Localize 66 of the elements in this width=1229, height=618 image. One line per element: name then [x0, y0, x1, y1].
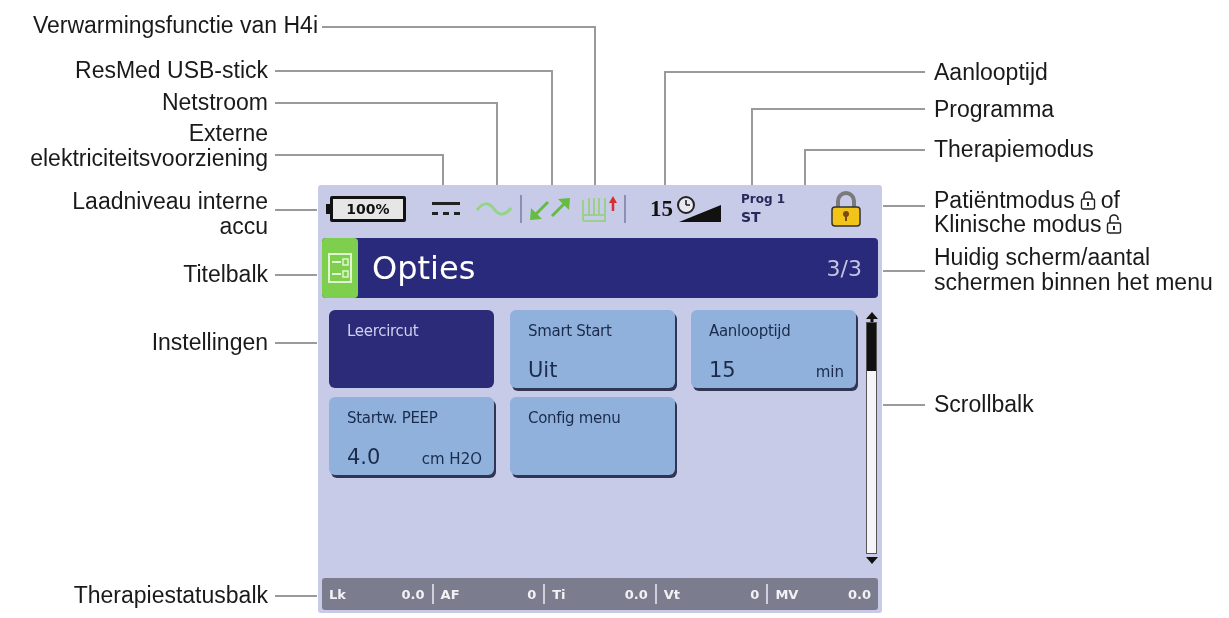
leader-line — [882, 270, 926, 272]
callout-label: Instellingen — [151, 330, 268, 355]
status-value: 0.0 — [624, 586, 648, 602]
callout-label: Programma — [934, 97, 1055, 122]
callout-label: Netstroom — [161, 90, 268, 115]
status-label: MV — [775, 586, 799, 602]
ramp-clock-icon — [675, 195, 723, 223]
tile-label: Leercircut — [347, 322, 420, 340]
status-value: 0 — [750, 586, 760, 602]
heater-icon — [580, 195, 620, 223]
screen-title: Opties — [372, 249, 476, 287]
setting-tile[interactable]: Leercircut — [329, 310, 494, 388]
tile-unit: cm H2O — [421, 450, 482, 468]
status-label: Lk — [329, 586, 346, 602]
leader-line — [274, 209, 318, 211]
tile-label: Smart Start — [528, 322, 613, 340]
battery-indicator: 100% — [326, 196, 406, 222]
leader-line — [274, 595, 318, 597]
tile-unit: min — [815, 363, 844, 381]
open-lock-icon — [1106, 214, 1123, 234]
callout-label: of — [1100, 187, 1120, 213]
scrollbar-track[interactable] — [866, 322, 877, 554]
tile-label: Config menu — [528, 409, 622, 427]
leader-line — [882, 404, 926, 406]
tile-label: Aanlooptijd — [709, 322, 792, 340]
callout-label: Verwarmingsfunctie van H4i — [32, 13, 318, 38]
callout-label: Huidig scherm/aantal schermen binnen het menu — [934, 245, 1214, 295]
scroll-up-arrow-icon[interactable] — [865, 312, 878, 322]
page-counter: 3/3 — [826, 255, 862, 281]
diagonal-arrows-icon — [528, 196, 572, 222]
scroll-down-arrow-icon[interactable] — [865, 554, 878, 564]
setting-tile[interactable]: Smart Start Uit — [510, 310, 675, 388]
leader-line — [274, 274, 318, 276]
setting-tile[interactable]: Aanlooptijd 15 min — [691, 310, 856, 388]
closed-lock-icon — [1079, 190, 1096, 210]
dc-power-icon — [430, 200, 462, 218]
status-label: Ti — [552, 586, 566, 602]
tile-value: Uit — [528, 358, 558, 382]
scrollbar-thumb[interactable] — [867, 323, 876, 371]
list-icon — [322, 238, 358, 298]
callout-label: Aanlooptijd — [934, 60, 1048, 85]
leader-line — [274, 342, 318, 344]
tile-value: 15 — [709, 358, 736, 382]
therapy-mode: ST — [741, 209, 762, 226]
status-label: Vt — [663, 586, 681, 602]
program-name: Prog 1 — [741, 192, 786, 207]
status-label: AF — [440, 586, 460, 602]
ramp-time: 15 — [650, 196, 673, 222]
status-value: 0.0 — [847, 586, 871, 602]
setting-tile[interactable]: Config menu — [510, 397, 675, 475]
callout-label: Patiëntmodus — [934, 187, 1075, 213]
callout-label: Laadniveau interne accu — [71, 189, 268, 239]
callout-label: ResMed USB-stick — [75, 58, 268, 83]
callout-label: Therapiestatusbalk — [73, 583, 268, 608]
ac-power-icon — [475, 201, 513, 217]
tile-label: Startw. PEEP — [347, 409, 439, 427]
status-value: 0 — [527, 586, 537, 602]
callout-label: Externe elektriciteitsvoorziening — [29, 121, 268, 171]
callout-label: Therapiemodus — [934, 137, 1094, 162]
callout-label: Scrollbalk — [934, 392, 1034, 417]
setting-tile[interactable]: Startw. PEEP 4.0 cm H2O — [329, 397, 494, 475]
status-value: 0.0 — [401, 586, 425, 602]
tile-value: 4.0 — [347, 445, 381, 469]
callout-label: Klinische modus — [934, 211, 1102, 237]
leader-line — [882, 205, 926, 207]
callout-label: Titelbalk — [183, 262, 268, 287]
